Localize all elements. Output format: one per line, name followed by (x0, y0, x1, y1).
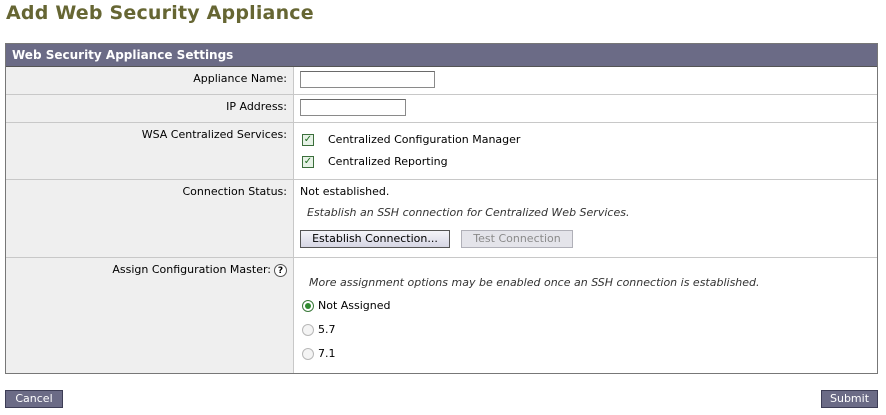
appliance-name-input[interactable] (300, 71, 435, 88)
radio-selected-icon[interactable] (302, 299, 314, 312)
option-not-assigned-label: Not Assigned (318, 299, 391, 312)
service-reporting-label: Centralized Reporting (328, 155, 448, 168)
connection-status-value: Not established. (300, 185, 390, 198)
connection-status-row: Connection Status: Not established. Esta… (6, 180, 877, 258)
appliance-settings-panel: Web Security Appliance Settings Applianc… (5, 43, 878, 374)
service-config-manager-label: Centralized Configuration Manager (328, 133, 521, 146)
option-7-1[interactable]: 7.1 (302, 347, 336, 360)
establish-connection-button[interactable]: Establish Connection... (300, 230, 450, 248)
config-master-row: Assign Configuration Master:? More assig… (6, 258, 877, 373)
option-5-7[interactable]: 5.7 (302, 323, 336, 336)
help-icon[interactable]: ? (274, 263, 287, 277)
config-master-note: More assignment options may be enabled o… (309, 276, 760, 289)
wsa-services-row: WSA Centralized Services: ✓ Centralized … (6, 123, 877, 180)
panel-header: Web Security Appliance Settings (6, 44, 877, 67)
appliance-name-row: Appliance Name: (6, 67, 877, 95)
ip-address-row: IP Address: (6, 95, 877, 123)
page-title: Add Web Security Appliance (6, 2, 314, 24)
service-config-manager[interactable]: ✓ Centralized Configuration Manager (302, 133, 520, 146)
connection-status-label: Connection Status: (6, 180, 294, 257)
radio-icon[interactable] (302, 347, 314, 360)
option-not-assigned[interactable]: Not Assigned (302, 299, 391, 312)
config-master-label: Assign Configuration Master: (112, 263, 271, 276)
appliance-name-label: Appliance Name: (6, 67, 294, 94)
option-5-7-label: 5.7 (318, 323, 336, 336)
config-master-label-cell: Assign Configuration Master:? (6, 258, 294, 373)
cancel-button[interactable]: Cancel (5, 390, 63, 408)
submit-button[interactable]: Submit (821, 390, 878, 408)
test-connection-button[interactable]: Test Connection (461, 230, 573, 248)
ip-address-label: IP Address: (6, 95, 294, 122)
option-7-1-label: 7.1 (318, 347, 336, 360)
radio-icon[interactable] (302, 323, 314, 336)
check-icon[interactable]: ✓ (302, 155, 314, 168)
wsa-services-label: WSA Centralized Services: (6, 123, 294, 179)
connection-note: Establish an SSH connection for Centrali… (307, 206, 630, 219)
service-reporting[interactable]: ✓ Centralized Reporting (302, 155, 448, 168)
ip-address-input[interactable] (300, 99, 406, 116)
check-icon[interactable]: ✓ (302, 133, 314, 146)
